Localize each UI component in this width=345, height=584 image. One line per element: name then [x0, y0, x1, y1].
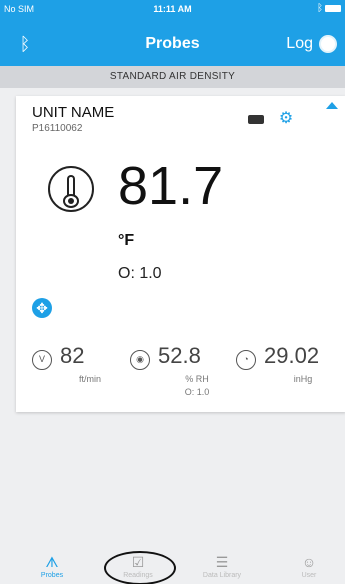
metric-value: 52.8 — [158, 343, 201, 368]
metric-unit: % RH — [185, 374, 209, 384]
serial-number: P16110062 — [32, 123, 83, 134]
battery-icon — [248, 115, 264, 124]
app-header-area: No SIM 11:11 AM ᛒ ᛒ Probes Log — [0, 0, 345, 66]
tab-probes[interactable]: ᗑ Probes — [22, 554, 82, 584]
unit-name: UNIT NAME — [32, 104, 115, 121]
annotation-circle — [104, 551, 176, 584]
tab-user[interactable]: ☺ User — [279, 554, 339, 584]
tab-data-library[interactable]: ☰ Data Library — [192, 554, 252, 584]
primary-reading-offset: O: 1.0 — [118, 265, 162, 282]
user-icon: ☺ — [301, 554, 317, 570]
primary-reading-unit: °F — [118, 232, 135, 249]
status-battery-icon — [325, 5, 341, 12]
metric-value: 82 — [60, 343, 85, 368]
humidity-icon: ◉ — [130, 350, 150, 370]
library-icon: ☰ — [215, 554, 229, 570]
nav-header: ᛒ Probes Log — [0, 22, 345, 66]
secondary-metric[interactable]: V 82 ft/min — [32, 343, 142, 403]
air-density-banner: STANDARD AIR DENSITY — [0, 66, 345, 88]
probe-icon: ᗑ — [45, 554, 59, 570]
pressure-icon: ◔ — [236, 350, 256, 370]
tab-label: Data Library — [202, 572, 242, 579]
status-bar: No SIM 11:11 AM ᛒ — [0, 0, 345, 18]
probe-card[interactable]: UNIT NAME P16110062 ⚙ 81.7 °F O: 1.0 ✥ V… — [16, 96, 345, 412]
metric-unit: ft/min — [78, 374, 101, 384]
metric-offset: O: 1.0 — [184, 387, 210, 397]
metric-value: 29.02 — [264, 343, 320, 368]
velocity-icon: V — [32, 350, 52, 370]
clock: 11:11 AM — [153, 4, 192, 14]
log-toggle-button[interactable]: Log — [286, 33, 337, 55]
secondary-metric[interactable]: ◉ 52.8 % RH O: 1.0 — [130, 343, 240, 403]
status-bluetooth-icon: ᛒ — [317, 3, 323, 14]
metric-unit: inHg — [293, 374, 313, 384]
log-toggle-icon[interactable] — [319, 35, 337, 53]
tab-label: Probes — [40, 572, 64, 579]
collapse-arrow-icon[interactable] — [326, 102, 338, 109]
log-label: Log — [286, 35, 313, 52]
primary-reading-value: 81.7 — [118, 156, 224, 216]
move-icon[interactable]: ✥ — [32, 298, 52, 318]
gear-icon[interactable]: ⚙ — [278, 111, 294, 127]
secondary-metric[interactable]: ◔ 29.02 inHg — [236, 343, 345, 403]
thermometer-icon — [48, 166, 94, 212]
tab-label: User — [301, 572, 317, 579]
